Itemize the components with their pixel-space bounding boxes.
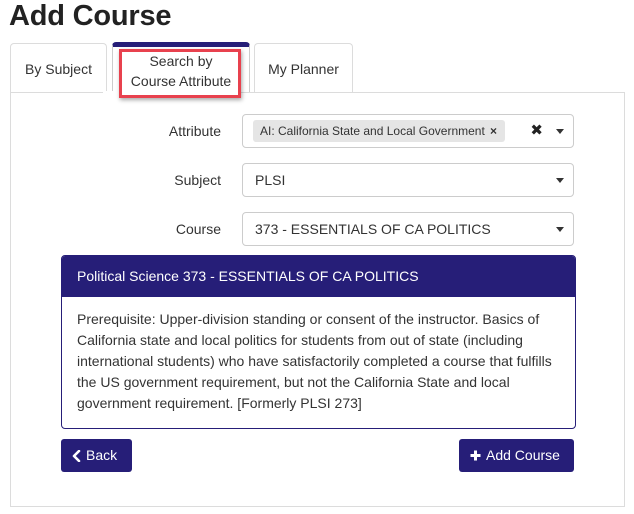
chip-label: AI: California State and Local Governmen… xyxy=(260,124,485,138)
course-value: 373 - ESSENTIALS OF CA POLITICS xyxy=(255,221,491,237)
attribute-select[interactable]: AI: California State and Local Governmen… xyxy=(242,114,574,148)
add-course-button[interactable]: Add Course xyxy=(459,439,574,472)
caret-down-icon[interactable] xyxy=(556,129,564,134)
back-label: Back xyxy=(86,447,118,463)
caret-down-icon[interactable] xyxy=(556,178,564,183)
tab-by-subject[interactable]: By Subject xyxy=(10,43,107,93)
tab-label: My Planner xyxy=(268,60,339,77)
tab-search-by-course-attribute[interactable]: Search by Course Attribute xyxy=(112,42,250,94)
course-row: Course 373 - ESSENTIALS OF CA POLITICS xyxy=(11,212,624,246)
attribute-row: Attribute AI: California State and Local… xyxy=(11,114,624,148)
active-tab-joiner xyxy=(103,91,239,94)
subject-value: PLSI xyxy=(255,172,286,188)
course-card-description: Prerequisite: Upper-division standing or… xyxy=(77,311,552,411)
caret-down-icon[interactable] xyxy=(556,227,564,232)
close-icon[interactable]: × xyxy=(490,120,497,142)
tab-my-planner[interactable]: My Planner xyxy=(254,43,353,93)
subject-select[interactable]: PLSI xyxy=(242,163,574,197)
subject-row: Subject PLSI xyxy=(11,163,624,197)
tab-panel: Attribute AI: California State and Local… xyxy=(10,92,625,507)
course-card: Political Science 373 - ESSENTIALS OF CA… xyxy=(61,255,576,429)
clear-all-icon[interactable]: ✖ xyxy=(530,115,543,147)
tab-label: Search by Course Attribute xyxy=(130,52,232,89)
course-select[interactable]: 373 - ESSENTIALS OF CA POLITICS xyxy=(242,212,574,246)
plus-icon xyxy=(470,450,481,461)
chevron-left-icon xyxy=(72,449,81,462)
add-course-label: Add Course xyxy=(486,447,560,463)
course-card-title: Political Science 373 - ESSENTIALS OF CA… xyxy=(62,256,575,297)
attribute-label: Attribute xyxy=(168,123,221,139)
page-title: Add Course xyxy=(9,0,172,32)
subject-label: Subject xyxy=(174,172,221,188)
tab-label: By Subject xyxy=(25,60,92,77)
selected-attribute-chip: AI: California State and Local Governmen… xyxy=(253,120,505,142)
back-button[interactable]: Back xyxy=(61,439,132,472)
course-label: Course xyxy=(175,221,221,237)
